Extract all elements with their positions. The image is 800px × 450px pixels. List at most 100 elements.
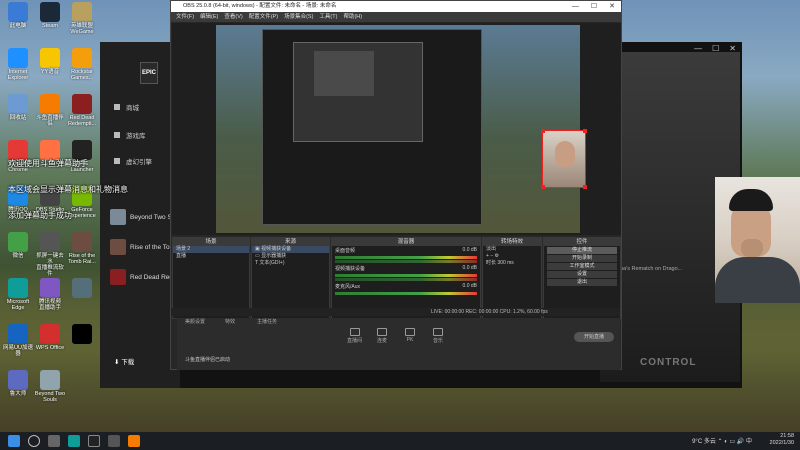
menu-item[interactable]: 工具(T) — [319, 12, 337, 22]
resize-handle[interactable] — [583, 129, 587, 133]
menu-item[interactable]: 配置文件(P) — [249, 12, 278, 22]
desktop-icon[interactable]: 鲁大师 — [2, 370, 34, 397]
douyu-item-label: 直播间 — [347, 338, 363, 344]
app-icon — [72, 278, 92, 298]
maximize-icon[interactable]: ☐ — [591, 1, 597, 12]
nested-preview — [314, 51, 374, 96]
desktop-icon[interactable]: WPS Office — [34, 324, 66, 351]
douyu-item-tasks[interactable]: 主播任务 — [257, 318, 277, 325]
douyu-item-label: 主播任务 — [257, 319, 278, 325]
desktop-icon[interactable]: 腾讯视频 直播助手 — [34, 278, 66, 311]
volume-slider[interactable] — [335, 260, 477, 263]
menu-item[interactable]: 文件(F) — [176, 12, 194, 22]
menu-item[interactable]: 场景集合(S) — [284, 12, 313, 22]
duration-input[interactable]: 300 ms — [497, 260, 513, 266]
settings-button[interactable]: 设置 — [547, 271, 617, 278]
epic-logo[interactable]: EPIC — [140, 62, 158, 84]
app-icon — [72, 140, 92, 160]
desktop-icon-label: Beyond Two Souls — [34, 391, 66, 403]
source-item[interactable]: ▭ 显示器捕获 — [252, 253, 329, 260]
scene-item[interactable]: 直播 — [173, 253, 249, 260]
desktop-icon[interactable]: Red Dead Redempti... — [66, 94, 98, 127]
transition-select[interactable]: 淡出 — [483, 246, 541, 253]
desktop-icon-label: 英雄联盟 WeGame — [70, 23, 94, 35]
epic-nav-store[interactable]: 商城 — [114, 102, 139, 112]
desktop-icon[interactable]: 微信 — [2, 232, 34, 259]
gear-icon[interactable]: ⚙ — [495, 253, 499, 259]
menu-item[interactable]: 查看(V) — [224, 12, 242, 22]
unreal-icon — [114, 158, 120, 164]
obs-preview[interactable] — [172, 23, 621, 235]
scene-item[interactable]: 场景 2 — [173, 246, 249, 253]
douyu-item-room[interactable]: 直播间 — [347, 328, 362, 344]
desktop-icon[interactable]: 网易UU加速 器 — [2, 324, 34, 357]
desktop-icon[interactable]: Rockstar Games... — [66, 48, 98, 81]
obs-taskbar-icon[interactable] — [108, 435, 120, 447]
clock-date: 2022/1/30 — [769, 440, 794, 446]
desktop-icon[interactable]: Steam — [34, 2, 66, 29]
menu-item[interactable]: 编辑(E) — [200, 12, 218, 22]
minimize-icon[interactable]: — — [572, 1, 579, 12]
start-icon[interactable] — [8, 435, 20, 447]
desktop-icon[interactable]: Beyond Two Souls — [34, 370, 66, 403]
mixer-track: 视频捕获设备 0.0 dB — [332, 264, 480, 273]
desktop-icon[interactable]: 英雄联盟 WeGame — [66, 2, 98, 35]
tag-icon — [114, 104, 120, 110]
clock[interactable]: 21:58 2022/1/30 — [770, 433, 794, 447]
edge-icon[interactable] — [68, 435, 80, 447]
task-view-icon[interactable] — [48, 435, 60, 447]
ime-indicator[interactable]: 中 — [746, 439, 752, 445]
desktop-icon[interactable]: 此电脑 — [2, 2, 34, 29]
start-live-button[interactable]: 开始直播 — [574, 332, 614, 342]
desktop-icon[interactable]: 抓屏一键去水 直播推流软件 — [34, 232, 66, 277]
douyu-item-link[interactable]: 连麦 — [377, 328, 387, 344]
epic-taskbar-icon[interactable] — [88, 435, 100, 447]
add-icon[interactable]: + — [486, 253, 489, 259]
desktop-icon[interactable] — [66, 278, 98, 299]
source-item[interactable]: ▣ 视频捕获设备 — [252, 246, 329, 253]
maximize-icon[interactable]: ☐ — [712, 44, 719, 53]
desktop-icon[interactable]: Microsoft Edge — [2, 278, 34, 311]
desktop-icon[interactable] — [66, 324, 98, 345]
desktop-icon[interactable]: YY语音 — [34, 48, 66, 75]
desktop-icon[interactable]: 回收站 — [2, 94, 34, 121]
studio-mode-button[interactable]: 工作室模式 — [547, 263, 617, 270]
weather-text: 9°C 多云 — [692, 439, 716, 445]
stop-streaming-button[interactable]: 停止推流 — [547, 247, 617, 254]
epic-download-nav[interactable]: ⬇ 下载 — [114, 356, 134, 366]
window-title: OBS 25.0.8 (64-bit, windows) - 配置文件: 未命名… — [183, 3, 337, 9]
resize-handle[interactable] — [541, 185, 545, 189]
dock-header: 来源 — [252, 238, 329, 246]
volume-slider[interactable] — [335, 278, 477, 281]
close-icon[interactable]: ✕ — [729, 44, 736, 53]
douyu-item-pk[interactable]: PK — [405, 328, 415, 343]
dock-header: 控件 — [544, 238, 620, 246]
douyu-taskbar-icon[interactable] — [128, 435, 140, 447]
desktop-icon[interactable]: 斗鱼直播伴侣 — [34, 94, 66, 127]
mixer-dock: 混音器 桌面音频 0.0 dB 视频捕获设备 0.0 dB 麦克风/Aux 0.… — [331, 237, 481, 319]
resize-handle[interactable] — [583, 185, 587, 189]
webcam-source-selected[interactable] — [541, 129, 587, 189]
remove-icon[interactable]: − — [490, 253, 493, 259]
menu-item[interactable]: 帮助(H) — [343, 12, 362, 22]
search-icon[interactable] — [28, 435, 40, 447]
exit-button[interactable]: 退出 — [547, 279, 617, 286]
desktop-icon-label: 微信 — [12, 253, 24, 259]
douyu-item-effects[interactable]: 特效 — [225, 318, 235, 325]
nested-screen-capture — [262, 29, 482, 225]
desktop-icon[interactable]: Internet Explorer — [2, 48, 34, 81]
transitions-dock: 转场特效 淡出 + − ⚙ 时长 300 ms — [482, 237, 542, 319]
close-icon[interactable]: ✕ — [609, 1, 615, 12]
transition-toolbar: + − ⚙ — [483, 253, 541, 260]
resize-handle[interactable] — [541, 129, 545, 133]
start-recording-button[interactable]: 开始录制 — [547, 255, 617, 262]
douyu-item-music[interactable]: 音乐 — [433, 328, 443, 344]
douyu-item-beauty[interactable]: 美颜设置 — [185, 318, 205, 325]
minimize-icon[interactable]: — — [694, 44, 702, 53]
app-icon — [72, 94, 92, 114]
epic-nav-unreal[interactable]: 虚幻引擎 — [114, 156, 152, 166]
epic-nav-library[interactable]: 游戏库 — [114, 130, 146, 140]
preview-canvas[interactable] — [216, 25, 580, 233]
desktop-icon[interactable]: Rise of the Tomb Rai... — [66, 232, 98, 265]
source-item[interactable]: T 文本(GDI+) — [252, 260, 329, 267]
